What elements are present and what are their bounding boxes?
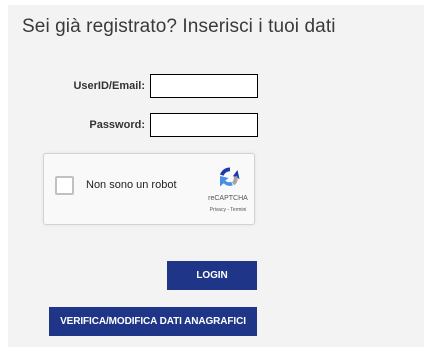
- userid-input[interactable]: [150, 74, 258, 98]
- password-input[interactable]: [150, 113, 258, 137]
- recaptcha-widget: Non sono un robot reCAPTCHA Privacy - Te…: [43, 153, 255, 225]
- recaptcha-brand: reCAPTCHA: [208, 195, 248, 202]
- recaptcha-label: Non sono un robot: [86, 179, 177, 191]
- recaptcha-checkbox[interactable]: [55, 176, 74, 195]
- verify-profile-button[interactable]: VERIFICA/MODIFICA DATI ANAGRAFICI: [49, 307, 257, 336]
- login-button[interactable]: LOGIN: [167, 261, 257, 290]
- page-title: Sei già registrato? Inserisci i tuoi dat…: [22, 16, 336, 37]
- password-label: Password:: [89, 119, 145, 131]
- userid-label: UserID/Email:: [73, 80, 145, 92]
- recaptcha-logo-icon: [217, 166, 241, 190]
- recaptcha-privacy-links[interactable]: Privacy - Termini: [202, 207, 254, 213]
